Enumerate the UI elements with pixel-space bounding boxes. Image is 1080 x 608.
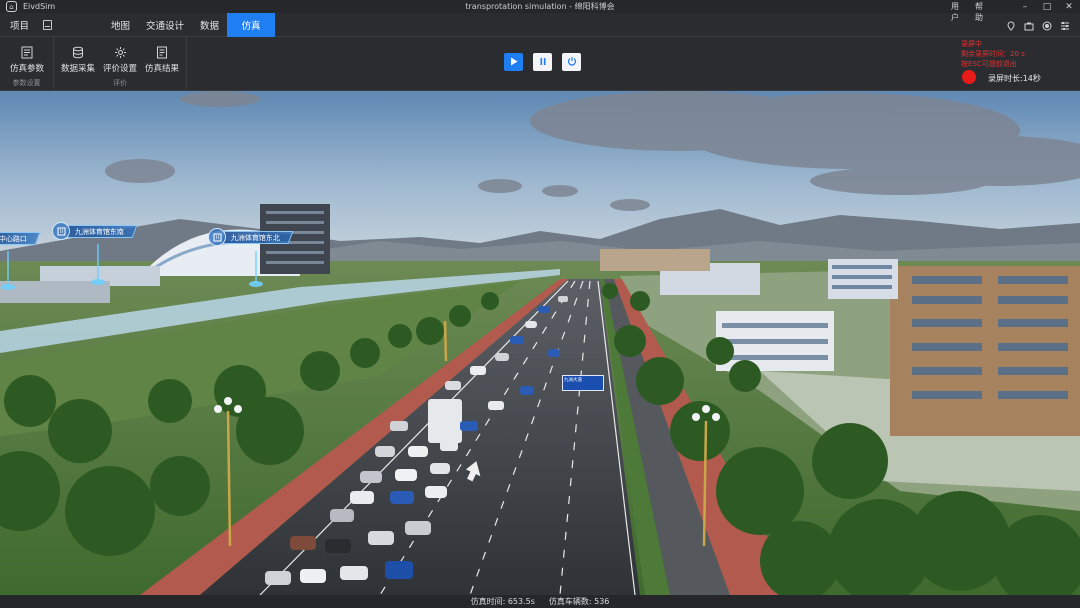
- recording-remaining: 剩余录屏时间：20 s: [961, 50, 1025, 58]
- recording-status: 录屏中: [961, 40, 982, 48]
- status-bar: 仿真时间: 653.5s 仿真车辆数: 536: [0, 595, 1080, 608]
- settings-icon: [113, 45, 127, 59]
- ribbon-group-evaluation: 数据采集 评价设置 仿真结果 评价: [54, 37, 187, 91]
- record-icon[interactable]: [1042, 21, 1052, 31]
- ribbon-toolbar: 仿真参数 参数设置 数据采集 评价设置 仿真结果 评价 录屏中 剩余录屏时间：2…: [0, 37, 1080, 91]
- maximize-button[interactable]: □: [1036, 0, 1058, 13]
- document-icon: [20, 45, 34, 59]
- sim-results-button[interactable]: 仿真结果: [140, 45, 184, 74]
- play-icon: [510, 56, 518, 69]
- playback-controls: [504, 53, 581, 71]
- database-icon: [71, 45, 85, 59]
- app-name: EivdSim: [23, 2, 56, 11]
- vehicle-count: 仿真车辆数: 536: [548, 597, 610, 606]
- poi-stadium-northeast[interactable]: 九洲体育馆东北: [208, 228, 294, 246]
- menu-bar: 项目 地图 交通设计 数据 仿真 用户 帮助: [0, 2, 1080, 37]
- data-collect-button[interactable]: 数据采集: [56, 45, 100, 74]
- menu-user[interactable]: 用户: [951, 1, 959, 23]
- recording-duration: 录屏时长:14秒: [988, 74, 1041, 83]
- poi-stadium-southeast[interactable]: 九洲体育馆东南: [52, 222, 138, 240]
- settings-sliders-icon[interactable]: [1060, 21, 1070, 31]
- simulation-viewport[interactable]: 中心路口 九洲体育馆东南 九洲体育馆东北 九洲大道: [0, 91, 1080, 595]
- poi-center-junction[interactable]: 中心路口: [0, 231, 41, 245]
- recording-info: 录屏中 剩余录屏时间：20 s 按ESC可提前退出: [961, 39, 1025, 69]
- location-icon[interactable]: [1006, 21, 1016, 31]
- ribbon-group-params: 仿真参数 参数设置: [0, 37, 54, 91]
- tab-simulation[interactable]: 仿真: [227, 13, 276, 37]
- window-title: transprotation simulation - 绵阳科博会: [465, 2, 615, 11]
- camera-icon[interactable]: [1024, 21, 1034, 31]
- group-label-params: 参数设置: [12, 79, 41, 87]
- record-indicator-icon[interactable]: [962, 70, 976, 84]
- tab-data[interactable]: 数据: [192, 13, 227, 37]
- menu-project[interactable]: 项目: [8, 18, 31, 32]
- pause-button[interactable]: [533, 53, 552, 71]
- building-icon: [208, 228, 226, 246]
- close-button[interactable]: ✕: [1058, 0, 1080, 13]
- building-icon: [52, 222, 70, 240]
- title-bar: ⌂ EivdSim transprotation simulation - 绵阳…: [0, 0, 1080, 13]
- app-logo-icon: ⌂: [6, 1, 17, 12]
- recording-esc-hint: 按ESC可提前退出: [961, 60, 1017, 68]
- power-icon: [567, 56, 577, 69]
- scene-render: [0, 91, 1080, 595]
- report-icon: [155, 45, 169, 59]
- sim-params-button[interactable]: 仿真参数: [5, 45, 49, 74]
- play-button[interactable]: [504, 53, 523, 71]
- sim-time: 仿真时间: 653.5s: [470, 597, 535, 606]
- group-label-evaluation: 评价: [113, 79, 127, 87]
- eval-settings-button[interactable]: 评价设置: [98, 45, 142, 74]
- road-sign: 九洲大道: [562, 375, 604, 391]
- stop-button[interactable]: [562, 53, 581, 71]
- pause-icon: [539, 56, 547, 69]
- tab-traffic-design[interactable]: 交通设计: [138, 13, 192, 37]
- minimize-button[interactable]: –: [1014, 0, 1036, 13]
- tab-map[interactable]: 地图: [103, 13, 138, 37]
- new-document-icon[interactable]: [43, 20, 53, 30]
- menu-help[interactable]: 帮助: [975, 1, 983, 23]
